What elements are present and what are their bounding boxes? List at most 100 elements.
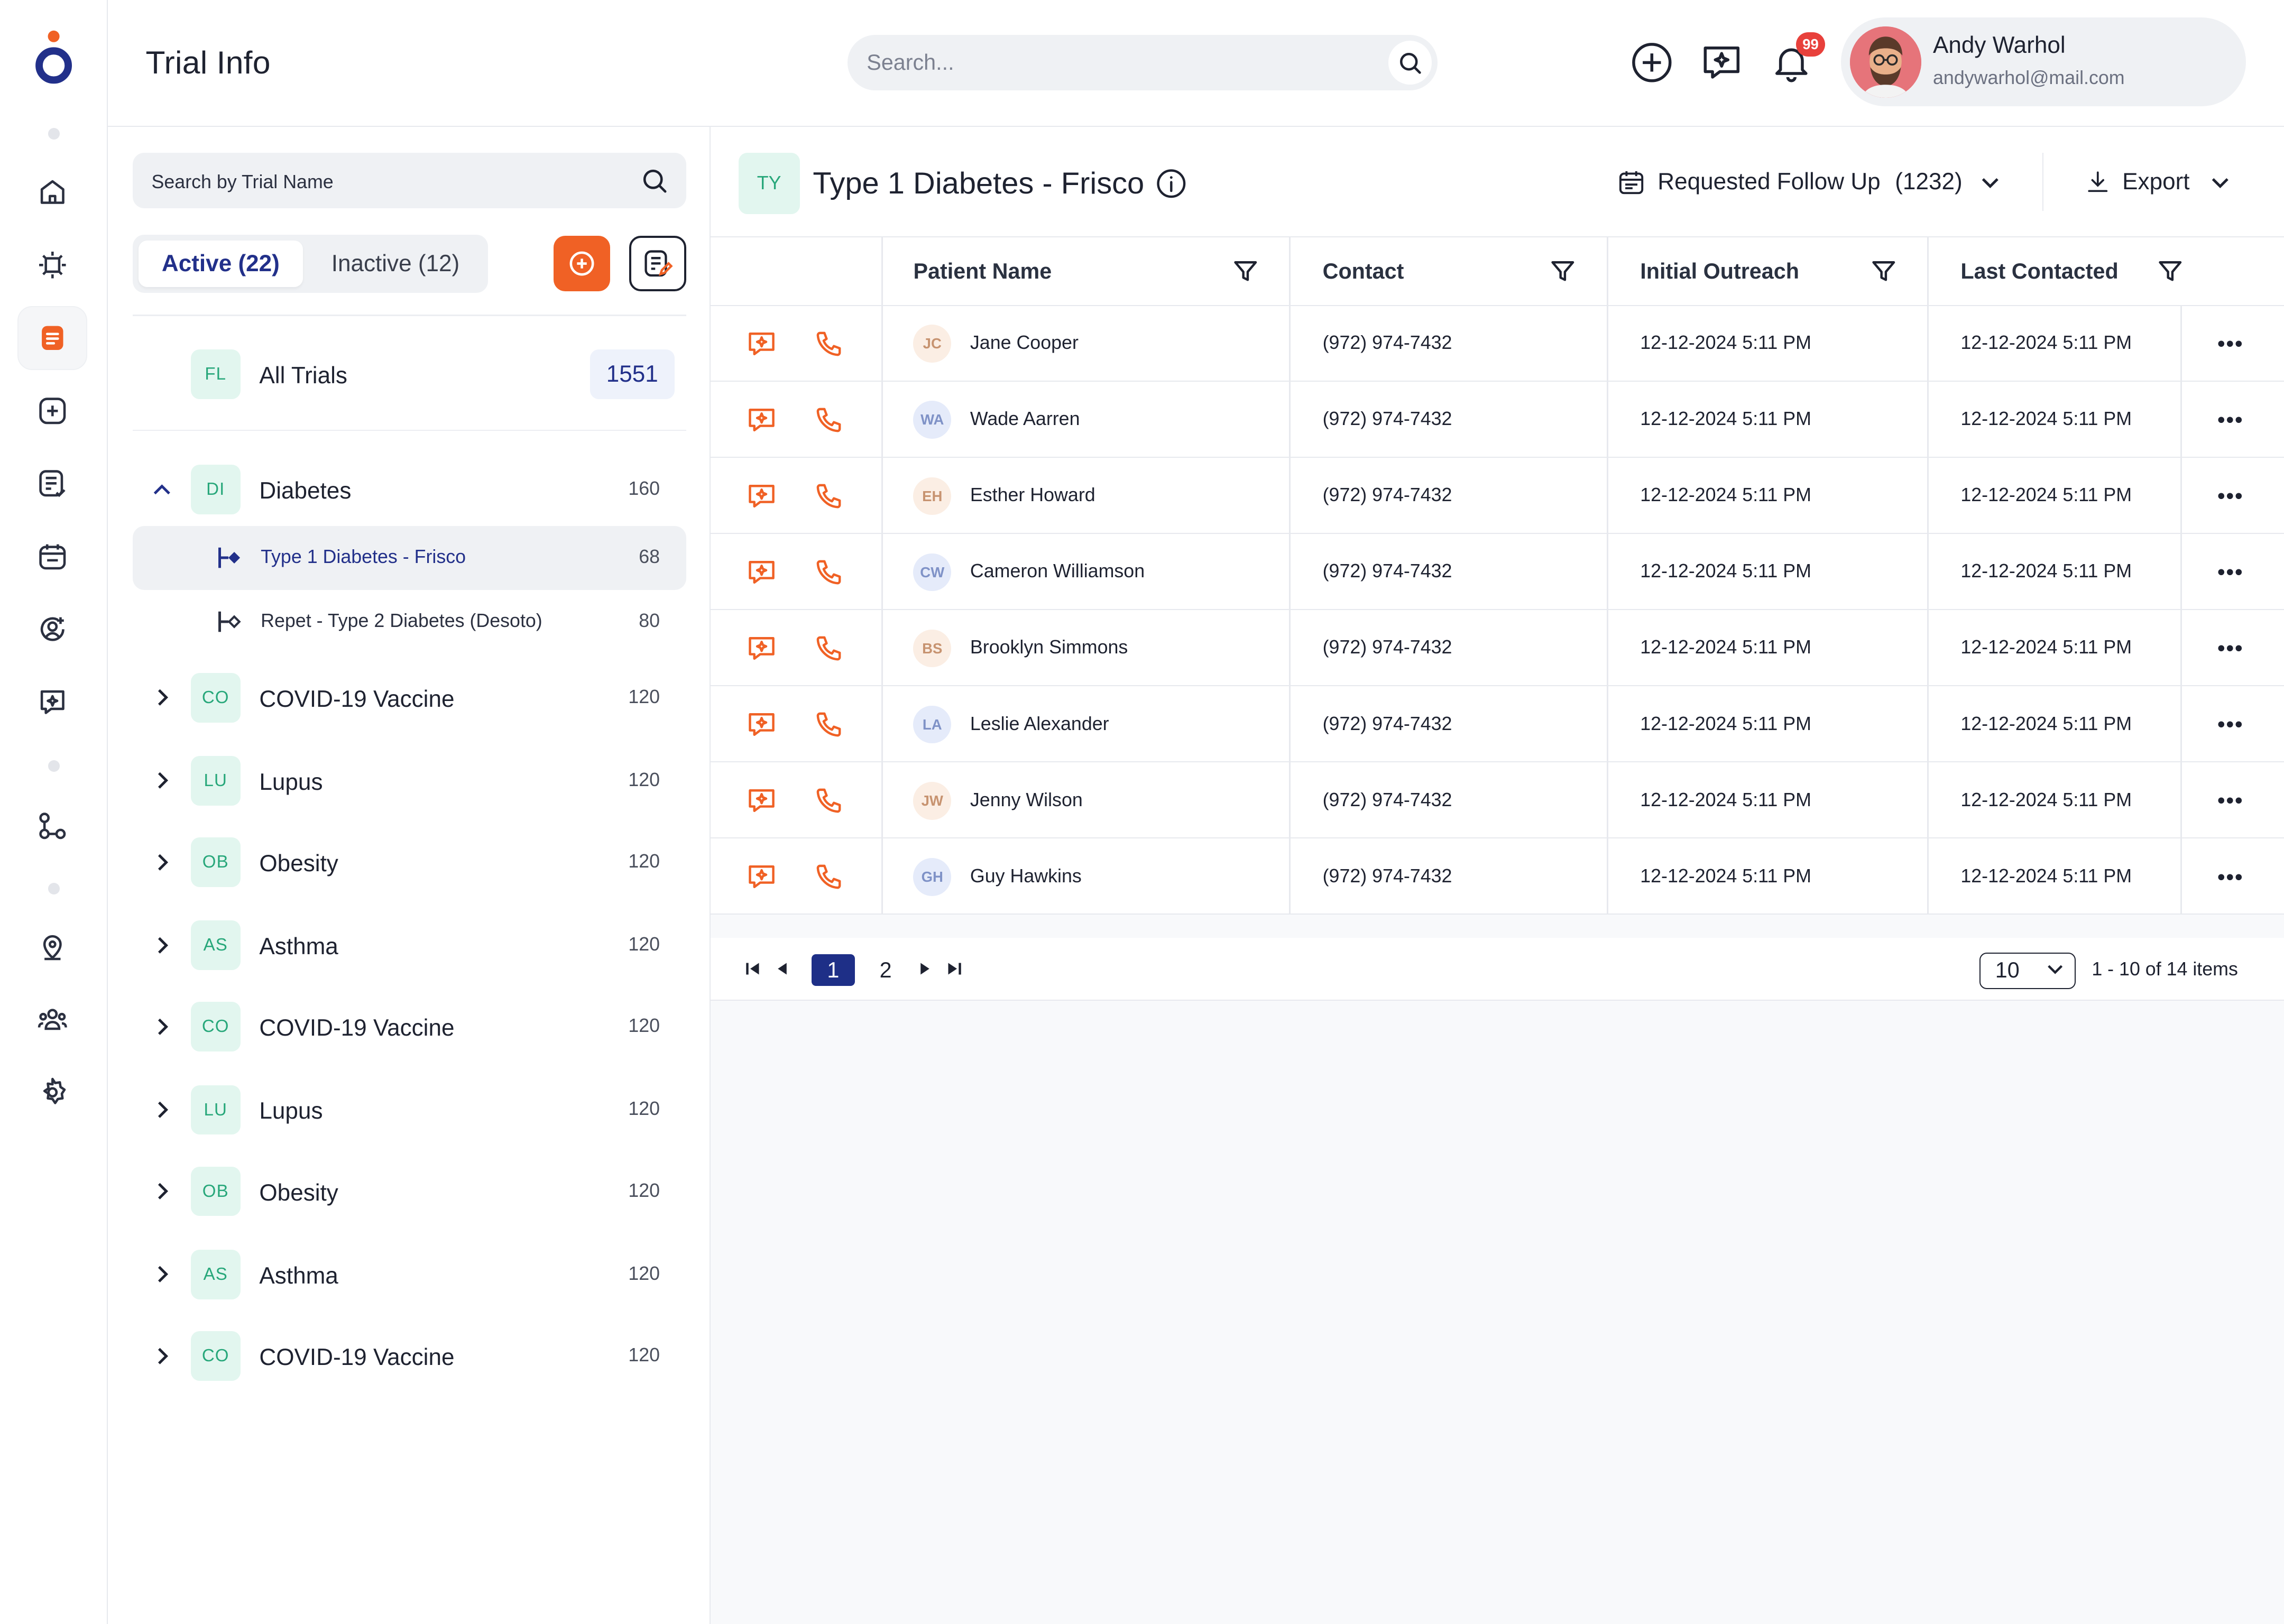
filter-icon[interactable] [1232,258,1259,284]
trial-group-row[interactable]: AS Asthma 120 [133,1241,686,1308]
more-options-icon[interactable] [2217,873,2243,882]
more-options-icon[interactable] [2217,568,2243,577]
filter-icon[interactable] [2157,258,2184,284]
chevron-right-icon[interactable] [152,1100,172,1120]
search-icon[interactable] [640,166,669,195]
chevron-right-icon[interactable] [152,770,172,791]
trial-search-input[interactable] [151,169,618,196]
first-page-icon[interactable] [744,960,762,977]
table-row[interactable]: GH Guy Hawkins (972) 974-7432 12-12-2024 5:… [711,839,2284,915]
trial-group-row[interactable]: CO COVID-19 Vaccine 120 [133,664,686,731]
trial-group-row[interactable]: AS Asthma 120 [133,912,686,979]
more-options-icon[interactable] [2217,416,2243,425]
nav-add[interactable] [17,379,87,442]
nav-documents[interactable] [17,306,88,370]
table-row[interactable]: BS Brooklyn Simmons (972) 974-7432 12-12-20… [711,611,2284,687]
more-options-icon[interactable] [2217,644,2243,653]
phone-icon[interactable] [814,329,843,358]
page-button-2[interactable]: 2 [864,954,908,986]
phone-icon[interactable] [814,405,843,435]
nav-ai-chat[interactable] [17,670,87,734]
all-trials-row[interactable]: FL All Trials 1551 [133,341,686,408]
trial-group-row[interactable]: OB Obesity 120 [133,829,686,896]
table-row[interactable]: CW Cameron Williamson (972) 974-7432 12-12-… [711,534,2284,611]
phone-icon[interactable] [814,482,843,511]
patient-name[interactable]: Cameron Williamson [970,560,1145,582]
nav-workflow[interactable] [17,794,87,858]
add-trial-button[interactable] [553,236,611,291]
user-profile[interactable]: Andy Warhol andywarhol@mail.com [1841,17,2246,107]
chevron-right-icon[interactable] [152,687,172,708]
ai-chat-icon[interactable] [747,710,776,739]
patient-name[interactable]: Brooklyn Simmons [970,636,1128,658]
chevron-right-icon[interactable] [152,1264,172,1285]
tab-inactive[interactable]: Inactive (12) [309,241,482,287]
trial-notes-button[interactable] [629,236,686,291]
global-search[interactable] [848,35,1438,90]
ai-chat-icon[interactable] [747,405,776,435]
patient-name[interactable]: Jenny Wilson [970,789,1083,811]
trial-group-row[interactable]: LU Lupus 120 [133,747,686,814]
table-row[interactable]: JC Jane Cooper (972) 974-7432 12-12-2024 5:… [711,306,2284,382]
chevron-right-icon[interactable] [152,1181,172,1202]
trial-subitem-row[interactable]: Type 1 Diabetes - Frisco 68 [132,525,686,590]
nav-home[interactable] [17,160,87,224]
phone-icon[interactable] [814,786,843,815]
phone-icon[interactable] [814,710,843,739]
chevron-right-icon[interactable] [152,852,172,873]
nav-profile[interactable] [17,597,87,661]
more-options-icon[interactable] [2217,339,2243,348]
nav-calendar[interactable] [17,524,87,588]
ai-chat-icon[interactable] [747,634,776,663]
trial-search[interactable] [132,153,686,208]
chevron-right-icon[interactable] [152,1017,172,1037]
next-page-icon[interactable] [916,960,934,977]
phone-icon[interactable] [814,558,843,587]
status-filter-dropdown[interactable]: Requested Follow Up (1232) [1617,164,2000,199]
add-button[interactable] [1627,38,1677,88]
patient-name[interactable]: Guy Hawkins [970,865,1082,887]
filter-icon[interactable] [1871,258,1897,284]
export-dropdown[interactable]: Export [2085,164,2231,199]
ai-chat-icon[interactable] [747,786,776,815]
ai-chat-icon[interactable] [747,329,776,358]
patient-name[interactable]: Esther Howard [970,484,1095,506]
app-logo[interactable] [33,29,74,85]
column-header-patient-name[interactable]: Patient Name [881,237,1052,306]
prev-page-icon[interactable] [773,960,791,977]
patient-name[interactable]: Jane Cooper [970,332,1079,354]
nav-tasks[interactable] [17,451,87,515]
page-button-1[interactable]: 1 [811,954,855,986]
table-row[interactable]: EH Esther Howard (972) 974-7432 12-12-2024 … [711,458,2284,534]
trial-group-row[interactable]: CO COVID-19 Vaccine 120 [133,1323,686,1390]
phone-icon[interactable] [814,862,843,891]
trial-group-row[interactable]: DI Diabetes 160 [133,456,686,523]
more-options-icon[interactable] [2217,796,2243,805]
ai-chat-icon[interactable] [747,558,776,587]
search-input[interactable] [867,48,1362,77]
column-header-contact[interactable]: Contact [1291,237,1404,306]
nav-locations[interactable] [17,915,87,979]
column-header-initial-outreach[interactable]: Initial Outreach [1608,237,1799,306]
nav-settings[interactable] [17,1060,87,1124]
filter-icon[interactable] [1550,258,1576,284]
more-options-icon[interactable] [2217,492,2243,501]
ai-chat-button[interactable] [1697,38,1747,88]
tab-active[interactable]: Active (22) [138,240,303,287]
chevron-right-icon[interactable] [152,935,172,956]
more-options-icon[interactable] [2217,720,2243,729]
notifications-button[interactable]: 99 [1767,32,1826,88]
nav-team[interactable] [17,988,87,1051]
table-row[interactable]: WA Wade Aarren (972) 974-7432 12-12-2024 5:… [711,382,2284,458]
column-header-last-contacted[interactable]: Last Contacted [1929,237,2118,306]
patient-name[interactable]: Leslie Alexander [970,713,1109,735]
phone-icon[interactable] [814,634,843,663]
ai-chat-icon[interactable] [747,862,776,891]
table-row[interactable]: JW Jenny Wilson (972) 974-7432 12-12-2024 5… [711,763,2284,839]
trial-group-row[interactable]: LU Lupus 120 [133,1076,686,1143]
trial-subitem-row[interactable]: Repet - Type 2 Diabetes (Desoto) 80 [133,590,686,654]
chevron-right-icon[interactable] [152,1346,172,1367]
table-row[interactable]: LA Leslie Alexander (972) 974-7432 12-12-20… [711,687,2284,763]
trial-group-row[interactable]: OB Obesity 120 [133,1158,686,1225]
nav-bug[interactable] [17,233,87,297]
